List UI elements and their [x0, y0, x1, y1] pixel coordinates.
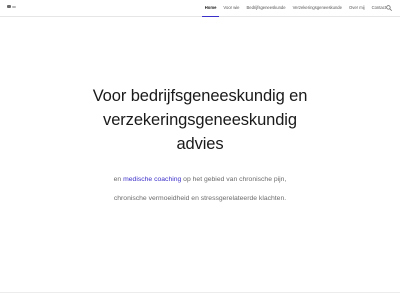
hero: Voor bedrijfsgeneeskundig en verzekering…: [0, 84, 400, 156]
hero-title-line-2: advies: [176, 135, 224, 153]
nav-item-contact[interactable]: Contact: [372, 0, 386, 16]
search-icon[interactable]: [386, 5, 392, 11]
intro-prefix: en: [113, 176, 124, 183]
intro-suffix: op het gebied van chronische pijn,: [181, 176, 287, 183]
logo-mark-secondary: [12, 6, 16, 8]
hero-title: Voor bedrijfsgeneeskundig en verzekering…: [0, 84, 400, 156]
nav-item-over-mij[interactable]: Over mij: [349, 0, 365, 16]
intro-line-2-text: chronische vermoeidheid en stressgerelat…: [113, 195, 287, 202]
intro-line-2: chronische vermoeidheid en stressgerelat…: [0, 194, 400, 203]
medische-coaching-link[interactable]: medische coaching: [123, 176, 181, 183]
logo-mark: [7, 5, 11, 8]
page: Home Voor wie Bedrijfsgeneeskunde Verzek…: [0, 0, 400, 300]
nav-item-verzekeringsgeneeskunde[interactable]: Verzekeringsgeneeskunde: [293, 0, 342, 16]
nav-item-home[interactable]: Home: [201, 0, 219, 17]
nav-item-voor-wie[interactable]: Voor wie: [223, 0, 239, 16]
nav-item-bedrijfsgeneeskunde[interactable]: Bedrijfsgeneeskunde: [246, 0, 285, 16]
intro-line-1: en medische coaching op het gebied van c…: [0, 175, 400, 184]
footer-divider: [0, 292, 400, 293]
logo-icon[interactable]: [7, 5, 16, 9]
site-header: Home Voor wie Bedrijfsgeneeskunde Verzek…: [0, 0, 400, 17]
hero-title-line-1: Voor bedrijfsgeneeskundig en verzekering…: [92, 87, 308, 129]
main-nav: Home Voor wie Bedrijfsgeneeskunde Verzek…: [198, 0, 386, 17]
